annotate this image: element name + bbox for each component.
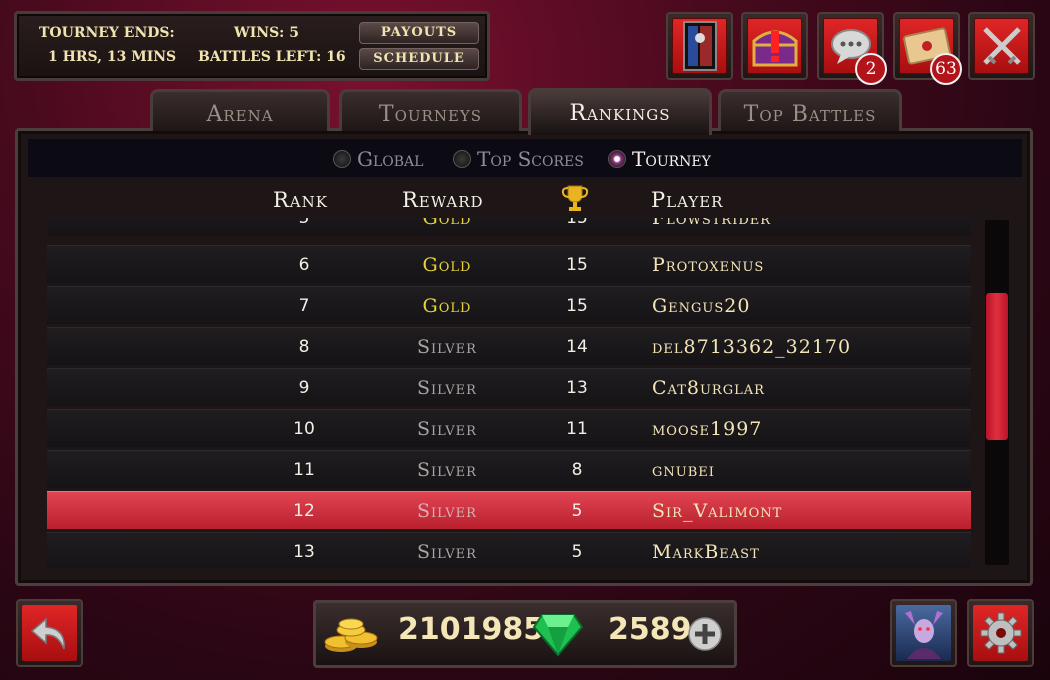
row-reward: Gold [422, 295, 472, 317]
cards-icon [682, 21, 717, 71]
tourney-ends-value: 1 HRS, 13 MINS [48, 49, 177, 65]
gem-amount: 2589 [608, 612, 692, 647]
treasure-chest-icon [752, 30, 797, 67]
row-reward: Silver [417, 377, 477, 399]
table-row[interactable]: 7 Gold 15 Gengus20 [47, 286, 971, 324]
tab-rankings[interactable]: Rankings [528, 88, 712, 135]
tab-top-battles[interactable]: Top Battles [718, 89, 902, 131]
gold-amount: 2101985 [398, 612, 545, 647]
row-trophies: 14 [566, 337, 588, 357]
table-row-current-player[interactable]: 12 Silver 5 Sir_Valimont [47, 491, 971, 529]
tourney-ends-label: TOURNEY ENDS: [39, 25, 175, 41]
table-row[interactable]: 13 Silver 5 MarkBeast [47, 532, 971, 568]
wins-count: WINS: 5 [234, 25, 299, 41]
row-reward: Silver [417, 459, 477, 481]
table-row[interactable]: 8 Silver 14 del8713362_32170 [47, 327, 971, 365]
gear-icon [980, 612, 1021, 654]
row-player: Flowstrider [652, 218, 772, 229]
deck-cards-button[interactable] [666, 12, 733, 80]
row-rank: 6 [298, 255, 310, 275]
row-reward: Silver [417, 418, 477, 440]
row-trophies: 15 [566, 255, 588, 275]
row-rank: 7 [298, 296, 310, 316]
column-trophies [560, 183, 590, 218]
row-player: Protoxenus [652, 254, 765, 276]
row-player: Sir_Valimont [652, 500, 783, 522]
row-rank: 12 [293, 501, 315, 521]
row-reward: Gold [422, 218, 472, 229]
row-rank: 13 [293, 542, 315, 562]
row-reward: Silver [417, 500, 477, 522]
row-rank: 11 [293, 460, 315, 480]
table-row[interactable]: 6 Gold 15 Protoxenus [47, 245, 971, 283]
row-rank: 10 [293, 419, 315, 439]
table-row[interactable]: 9 Silver 13 Cat8urglar [47, 368, 971, 406]
filter-global-label: Global [357, 147, 424, 171]
row-trophies: 15 [566, 296, 588, 316]
row-player: Gengus20 [652, 295, 751, 317]
column-player: Player [651, 188, 724, 212]
row-player: gnubei [652, 459, 715, 481]
row-trophies: 11 [566, 419, 588, 439]
trophy-icon [561, 185, 589, 211]
filter-global[interactable]: Global [333, 147, 423, 171]
column-rank: Rank [273, 188, 328, 212]
row-trophies: 5 [571, 542, 583, 562]
battles-left-count: BATTLES LEFT: 16 [198, 49, 346, 65]
back-arrow-icon [30, 617, 65, 650]
table-row[interactable]: 11 Silver 8 gnubei [47, 450, 971, 488]
row-rank: 5 [298, 218, 310, 228]
crossed-swords-icon [982, 27, 1021, 65]
row-trophies: 8 [571, 460, 583, 480]
avatar [904, 611, 943, 659]
row-trophies: 13 [566, 378, 588, 398]
tab-arena[interactable]: Arena [150, 89, 330, 131]
mail-count-badge: 63 [930, 53, 962, 85]
row-rank: 8 [298, 337, 310, 357]
radio-selected-icon [608, 150, 626, 168]
row-trophies: 5 [571, 501, 583, 521]
payouts-button[interactable]: PAYOUTS [359, 22, 479, 44]
gem-icon [532, 614, 584, 657]
table-row[interactable]: 10 Silver 11 moose1997 [47, 409, 971, 447]
schedule-button[interactable]: SCHEDULE [359, 48, 479, 70]
chat-count-badge: 2 [855, 53, 887, 85]
back-button[interactable] [16, 599, 83, 667]
add-gems-icon[interactable] [688, 617, 722, 651]
filter-top-scores-label: Top Scores [477, 147, 584, 171]
row-player: del8713362_32170 [652, 336, 852, 358]
settings-button[interactable] [967, 599, 1034, 667]
filter-tourney[interactable]: Tourney [608, 147, 711, 171]
scrollbar-thumb[interactable] [986, 293, 1008, 440]
rankings-list[interactable]: 5 Gold 15 Flowstrider 6 Gold 15 Protoxen… [47, 218, 971, 568]
row-player: Cat8urglar [652, 377, 765, 399]
row-player: MarkBeast [652, 541, 760, 563]
radio-icon [453, 150, 471, 168]
tab-tourneys[interactable]: Tourneys [339, 89, 522, 131]
row-trophies: 15 [566, 218, 588, 228]
column-reward: Reward [402, 188, 484, 212]
gold-coins-icon [324, 618, 378, 652]
row-reward: Silver [417, 336, 477, 358]
table-row[interactable]: 5 Gold 15 Flowstrider [47, 218, 971, 236]
row-rank: 9 [298, 378, 310, 398]
quest-chest-button[interactable] [741, 12, 808, 80]
row-player: moose1997 [652, 418, 763, 440]
hero-portrait-button[interactable] [890, 599, 957, 667]
radio-icon [333, 150, 351, 168]
battle-button[interactable] [968, 12, 1035, 80]
row-reward: Gold [422, 254, 472, 276]
filter-top-scores[interactable]: Top Scores [453, 147, 584, 171]
filter-tourney-label: Tourney [632, 147, 711, 171]
row-reward: Silver [417, 541, 477, 563]
